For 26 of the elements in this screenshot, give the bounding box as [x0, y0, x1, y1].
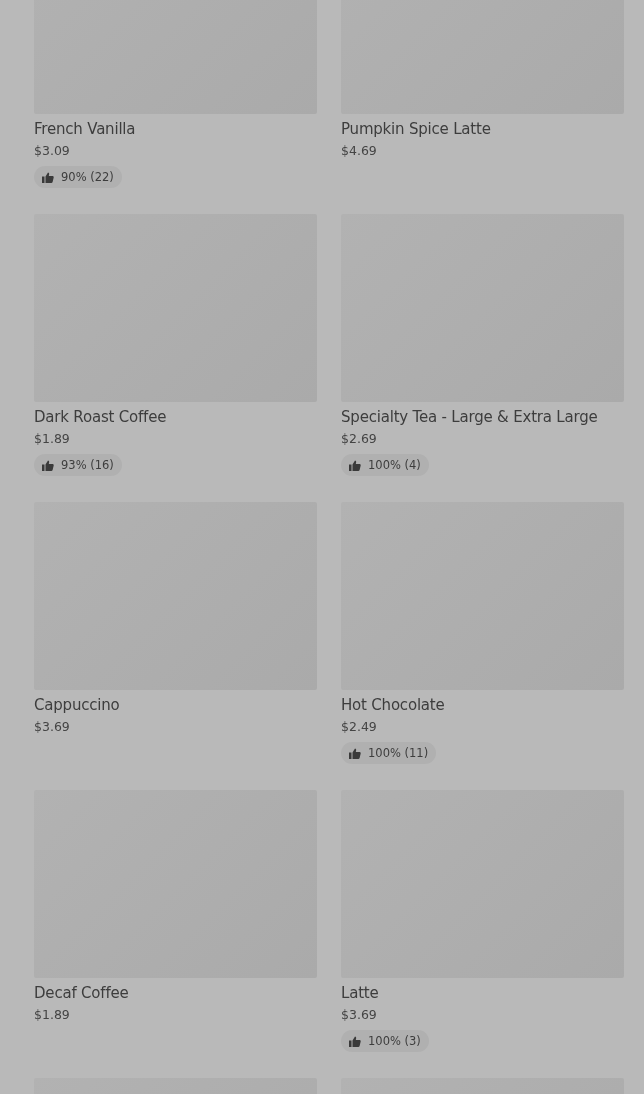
thumbs-up-icon — [349, 459, 361, 471]
product-name[interactable]: Hot Chocolate — [341, 695, 445, 715]
product-name[interactable]: Specialty Tea - Large & Extra Large — [341, 407, 598, 427]
rating-text: 93% (16) — [61, 458, 114, 472]
rating-text: 90% (22) — [61, 170, 114, 184]
product-name[interactable]: Dark Roast Coffee — [34, 407, 167, 427]
rating-text: 100% (4) — [368, 458, 421, 472]
thumbs-up-icon — [349, 747, 361, 759]
product-name[interactable]: Cappuccino — [34, 695, 120, 715]
product-name[interactable]: French Vanilla — [34, 119, 136, 139]
product-name[interactable]: Decaf Coffee — [34, 983, 129, 1003]
product-name[interactable]: Pumpkin Spice Latte — [341, 119, 491, 139]
thumbs-up-icon — [349, 1035, 361, 1047]
product-price: $4.69 — [341, 142, 377, 160]
product-price: $3.69 — [34, 718, 70, 736]
rating-text: 100% (11) — [368, 746, 429, 760]
product-name[interactable]: Latte — [341, 983, 379, 1003]
product-price: $3.09 — [34, 142, 70, 160]
product-price: $2.49 — [341, 718, 377, 736]
thumbs-up-icon — [42, 171, 54, 183]
product-price: $1.89 — [34, 1006, 70, 1024]
product-price: $3.69 — [341, 1006, 377, 1024]
product-price: $1.89 — [34, 430, 70, 448]
thumbs-up-icon — [42, 459, 54, 471]
product-price: $2.69 — [341, 430, 377, 448]
rating-text: 100% (3) — [368, 1034, 421, 1048]
